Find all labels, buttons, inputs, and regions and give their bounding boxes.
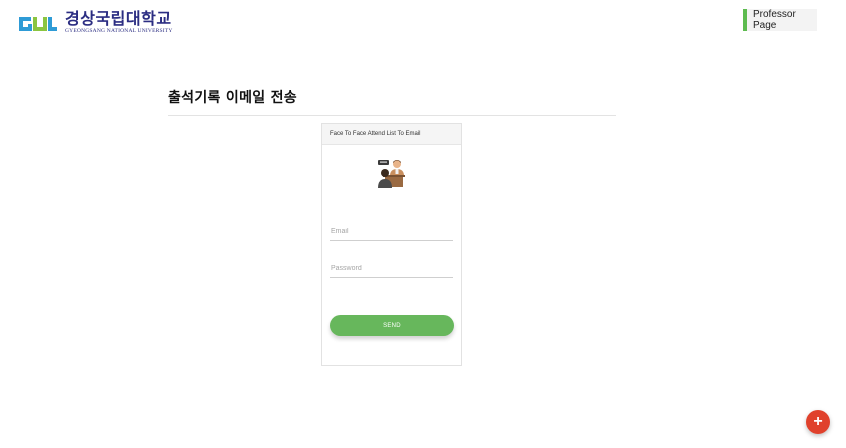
plus-icon: + xyxy=(813,413,823,430)
floating-add-button[interactable]: + xyxy=(806,410,830,434)
email-field[interactable] xyxy=(330,223,453,241)
email-send-card: Face To Face Attend List To Email SEND xyxy=(321,123,462,366)
send-button[interactable]: SEND xyxy=(330,315,454,336)
logo-text: 경상국립대학교 GYEONGSANG NATIONAL UNIVERSITY xyxy=(65,11,173,35)
card-header: Face To Face Attend List To Email xyxy=(322,124,461,145)
title-divider xyxy=(168,115,616,116)
face-to-face-meeting-icon xyxy=(378,160,405,188)
gnu-logo-mark-icon xyxy=(19,17,57,31)
card-header-title: Face To Face Attend List To Email xyxy=(330,131,421,137)
page-title: 출석기록 이메일 전송 xyxy=(168,90,297,106)
logo-korean-name: 경상국립대학교 xyxy=(65,9,172,29)
university-logo[interactable]: 경상국립대학교 GYEONGSANG NATIONAL UNIVERSITY xyxy=(17,10,173,36)
password-field[interactable] xyxy=(330,260,453,278)
professor-page-label: Professor Page xyxy=(753,9,796,31)
professor-page-link[interactable]: Professor Page xyxy=(743,9,817,31)
logo-english-name: GYEONGSANG NATIONAL UNIVERSITY xyxy=(65,28,173,35)
